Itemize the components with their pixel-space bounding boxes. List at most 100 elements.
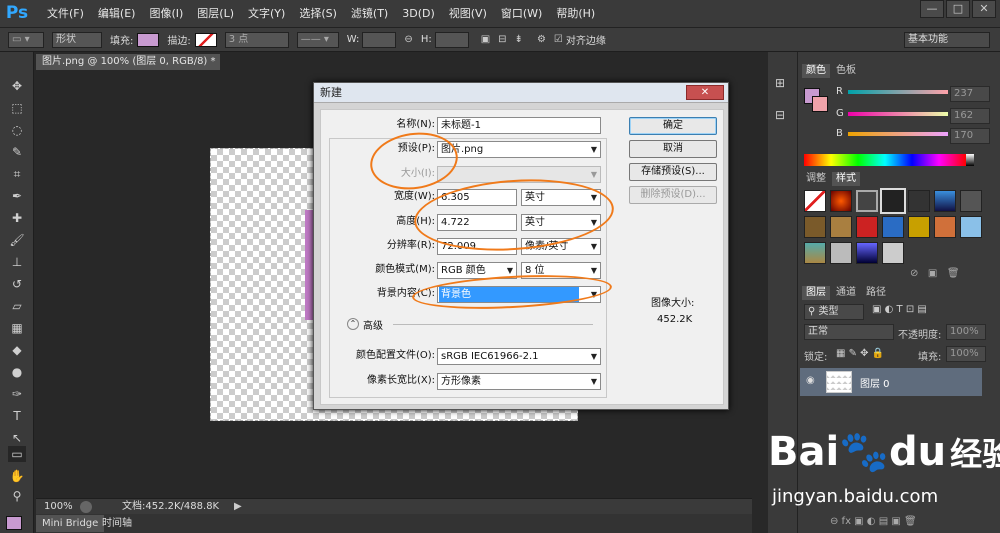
eraser-tool-icon[interactable]: ▱ (8, 298, 26, 314)
style-swatch[interactable] (856, 190, 878, 212)
type-tool-icon[interactable]: T (8, 408, 26, 424)
history-brush-icon[interactable]: ↺ (8, 276, 26, 292)
eye-icon[interactable]: ◉ (806, 375, 815, 386)
status-arrow-icon[interactable]: ▶ (234, 499, 242, 514)
menu-file[interactable]: 文件(F) (40, 0, 91, 28)
shape-tool-icon[interactable]: ▭ (8, 446, 26, 462)
hand-tool-icon[interactable]: ✋ (8, 468, 26, 484)
marquee-tool-icon[interactable]: ⬚ (8, 100, 26, 116)
style-none[interactable] (804, 190, 826, 212)
document-info[interactable]: 文档:452.2K/488.8K (122, 499, 219, 514)
menu-select[interactable]: 选择(S) (292, 0, 344, 28)
style-swatch[interactable] (934, 216, 956, 238)
eyedropper-tool-icon[interactable]: ✒ (8, 188, 26, 204)
layer-kind-filter[interactable]: ⚲ 类型 (804, 304, 864, 320)
tab-swatches[interactable]: 色板 (832, 64, 860, 78)
style-swatch[interactable] (830, 216, 852, 238)
menu-type[interactable]: 文字(Y) (241, 0, 292, 28)
menu-image[interactable]: 图像(I) (142, 0, 190, 28)
pen-tool-icon[interactable]: ✑ (8, 386, 26, 402)
color-spectrum[interactable] (804, 154, 966, 166)
blend-mode-select[interactable]: 正常 (804, 324, 894, 340)
stroke-none-swatch[interactable] (194, 32, 217, 47)
lasso-tool-icon[interactable]: ◌ (8, 122, 26, 138)
style-swatch[interactable] (908, 216, 930, 238)
layer-name[interactable]: 图层 0 (860, 375, 890, 390)
r-slider[interactable] (848, 90, 948, 94)
tab-layers[interactable]: 图层 (802, 286, 830, 300)
status-icon[interactable] (80, 501, 92, 513)
lock-icons[interactable]: ▦ ✎ ✥ 🔒 (836, 348, 884, 359)
gear-icon[interactable]: ⚙ (537, 34, 546, 45)
healing-tool-icon[interactable]: ✚ (8, 210, 26, 226)
tab-paths[interactable]: 路径 (862, 286, 890, 300)
menu-help[interactable]: 帮助(H) (549, 0, 602, 28)
menu-layer[interactable]: 图层(L) (190, 0, 241, 28)
tab-styles[interactable]: 样式 (832, 172, 860, 186)
layer-filter-icons[interactable]: ▣ ◐ T ⊡ ▤ (872, 304, 927, 315)
style-swatch[interactable] (880, 188, 906, 214)
r-value[interactable]: 237 (950, 86, 990, 102)
stroke-width-field[interactable]: 3 点 (224, 31, 289, 48)
tab-channels[interactable]: 通道 (832, 286, 860, 300)
background-color[interactable] (812, 96, 828, 112)
path-arrange-icon[interactable]: ⇟ (515, 34, 523, 45)
style-swatch[interactable] (934, 190, 956, 212)
opacity-field[interactable]: 100% (946, 324, 986, 340)
color-profile-select[interactable]: sRGB IEC61966-2.1 ▼ (437, 348, 601, 365)
document-tab[interactable]: 图片.png @ 100% (图层 0, RGB/8) * × (36, 54, 220, 83)
path-alignment-icon[interactable]: ⊟ (498, 34, 506, 45)
pixel-aspect-select[interactable]: 方形像素 ▼ (437, 373, 601, 390)
height-field[interactable] (434, 31, 469, 48)
maximize-button[interactable]: □ (946, 0, 970, 18)
cancel-button[interactable]: 取消 (629, 140, 717, 158)
styles-panel-footer-icons[interactable]: ⊘ ▣ 🗑 (910, 268, 960, 279)
workspace-select[interactable]: 基本功能 (904, 32, 990, 48)
menu-view[interactable]: 视图(V) (442, 0, 494, 28)
ok-button[interactable]: 确定 (629, 117, 717, 135)
tool-preset-picker[interactable]: ▭ ▾ (8, 31, 44, 48)
style-swatch[interactable] (882, 242, 904, 264)
checkbox-icon[interactable]: ☑ (554, 34, 563, 45)
g-slider[interactable] (848, 112, 948, 116)
name-input[interactable]: 未标题-1 (437, 117, 601, 134)
style-swatch[interactable] (804, 216, 826, 238)
close-window-button[interactable]: ✕ (972, 0, 996, 18)
link-icon[interactable]: ⊖ (404, 34, 412, 45)
menu-3d[interactable]: 3D(D) (395, 0, 442, 28)
style-swatch[interactable] (960, 216, 982, 238)
crop-tool-icon[interactable]: ⌗ (8, 166, 26, 182)
menu-edit[interactable]: 编辑(E) (91, 0, 143, 28)
tab-mini-bridge[interactable]: Mini Bridge (36, 515, 105, 532)
stroke-type-select[interactable]: —— ▾ (296, 31, 339, 48)
menu-filter[interactable]: 滤镜(T) (344, 0, 395, 28)
save-preset-button[interactable]: 存储预设(S)... (629, 163, 717, 181)
style-swatch[interactable] (830, 242, 852, 264)
properties-panel-icon[interactable]: ⊟ (775, 108, 785, 122)
layer-row[interactable]: ◉ 图层 0 (800, 368, 982, 396)
minimize-button[interactable]: — (920, 0, 944, 18)
style-swatch[interactable] (804, 242, 826, 264)
style-swatch[interactable] (856, 216, 878, 238)
dodge-tool-icon[interactable]: ● (8, 364, 26, 380)
g-value[interactable]: 162 (950, 108, 990, 124)
tab-adjustments[interactable]: 调整 (802, 172, 830, 186)
path-select-tool-icon[interactable]: ↖ (8, 430, 26, 446)
blur-tool-icon[interactable]: ◆ (8, 342, 26, 358)
brush-tool-icon[interactable]: 🖌 (8, 232, 26, 248)
move-tool-icon[interactable]: ✥ (8, 78, 26, 94)
b-value[interactable]: 170 (950, 128, 990, 144)
tab-color[interactable]: 颜色 (802, 64, 830, 78)
style-swatch[interactable] (856, 242, 878, 264)
gradient-tool-icon[interactable]: ▦ (8, 320, 26, 336)
path-operations-icon[interactable]: ▣ (481, 34, 490, 45)
zoom-level[interactable]: 100% (44, 499, 73, 514)
menu-window[interactable]: 窗口(W) (494, 0, 549, 28)
dialog-close-button[interactable]: ✕ (686, 85, 724, 100)
advanced-toggle-icon[interactable]: ⌃ (347, 318, 359, 330)
advanced-label[interactable]: 高级 (363, 317, 383, 332)
shape-mode-select[interactable]: 形状 (52, 31, 102, 48)
width-field[interactable] (362, 31, 397, 48)
zoom-tool-icon[interactable]: ⚲ (8, 488, 26, 504)
style-swatch[interactable] (830, 190, 852, 212)
